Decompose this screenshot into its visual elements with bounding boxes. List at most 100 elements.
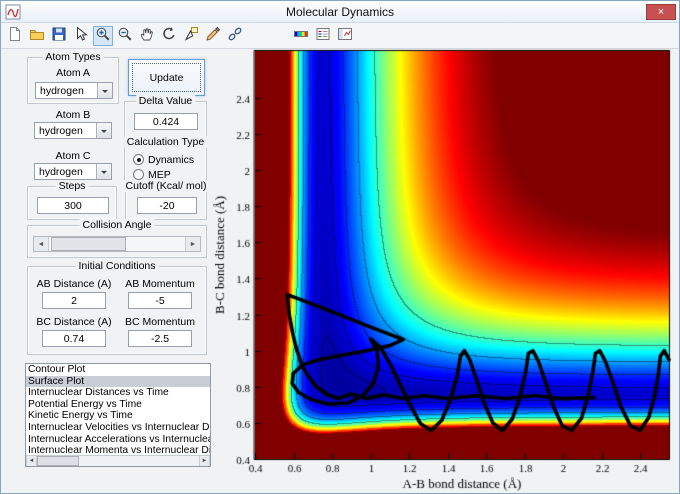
chevron-down-icon[interactable] <box>97 83 112 98</box>
plot-list-item[interactable]: Surface Plot <box>26 375 210 388</box>
hscroll-left-arrow-icon[interactable]: ◄ <box>26 456 37 466</box>
rotate-3d-icon <box>161 26 177 45</box>
zoom-in-icon <box>95 26 111 45</box>
dynamics-radio[interactable]: Dynamics <box>133 152 206 167</box>
bc-distance-label: BC Distance (A) <box>36 316 112 328</box>
zoom-out-icon <box>117 26 133 45</box>
slider-left-arrow-icon[interactable]: ◄ <box>34 237 49 251</box>
initial-conditions-panel: Initial Conditions AB Distance (A) AB Mom… <box>27 260 207 355</box>
brush-data-icon <box>205 26 221 45</box>
window-title: Molecular Dynamics <box>285 4 395 19</box>
bc-distance-field: BC Distance (A) <box>36 316 112 347</box>
cutoff-title: Cutoff (Kcal/ mol) <box>122 180 210 192</box>
steps-title: Steps <box>55 180 89 192</box>
mep-radio-label: MEP <box>148 168 171 181</box>
atom-a-value: hydrogen <box>40 85 84 97</box>
slider-thumb[interactable] <box>51 237 126 251</box>
delta-value-panel: Delta Value <box>124 95 207 138</box>
radio-circle-icon <box>133 169 144 180</box>
slider-right-arrow-icon[interactable]: ► <box>185 237 200 251</box>
plot-list-item[interactable]: Potential Energy vs Time <box>26 399 210 411</box>
pes-contour-canvas[interactable] <box>211 49 679 493</box>
chevron-down-icon[interactable] <box>96 164 111 179</box>
collision-angle-slider[interactable]: ◄ ► <box>33 236 201 252</box>
bc-momentum-label: BC Momentum <box>124 316 196 328</box>
link-plots-button[interactable] <box>225 26 245 46</box>
main-content: Atom Types Atom A hydrogen Atom B hydrog… <box>1 49 679 493</box>
pan-hand-icon <box>139 26 155 45</box>
pan-hand-button[interactable] <box>137 26 157 46</box>
collision-angle-panel: Collision Angle ◄ ► <box>27 219 207 258</box>
plot-list-item[interactable]: Internuclear Momenta vs Internuclear Dis… <box>26 445 210 455</box>
initial-conditions-title: Initial Conditions <box>75 260 159 272</box>
bc-momentum-input[interactable] <box>128 330 192 347</box>
plot-list-item[interactable]: Kinetic Energy vs Time <box>26 410 210 422</box>
new-figure-button[interactable] <box>5 26 25 46</box>
zoom-in-button[interactable] <box>93 25 113 46</box>
edit-pointer-icon <box>73 26 89 45</box>
app-window: Molecular Dynamics × Atom Types Atom A h… <box>0 0 680 494</box>
show-plot-tools-button[interactable] <box>335 26 355 46</box>
atom-a-dropdown[interactable]: hydrogen <box>35 82 113 99</box>
chevron-down-icon[interactable] <box>96 123 111 138</box>
atom-types-panel: Atom Types Atom A hydrogen <box>27 51 119 104</box>
initial-conditions-grid: AB Distance (A) AB Momentum BC Distance (A… <box>28 267 206 347</box>
dynamics-radio-label: Dynamics <box>148 153 195 166</box>
plot-type-listbox[interactable]: Contour Plot Surface Plot Internuclear Dis… <box>25 363 211 467</box>
plot-list-item[interactable]: Internuclear Accelerations vs Internucle… <box>26 434 210 446</box>
data-cursor-button[interactable] <box>181 26 201 46</box>
save-figure-icon <box>51 26 67 45</box>
hscroll-thumb[interactable] <box>37 456 79 466</box>
atom-b-label: Atom B <box>55 109 91 121</box>
insert-legend-button[interactable] <box>313 26 333 46</box>
title-bar[interactable]: Molecular Dynamics × <box>1 1 679 23</box>
close-button[interactable]: × <box>646 4 676 20</box>
steps-panel: Steps <box>27 180 117 220</box>
ab-distance-field: AB Distance (A) <box>36 278 112 309</box>
atom-b-dropdown[interactable]: hydrogen <box>34 122 112 139</box>
plot-list-item[interactable]: Internuclear Distances vs Time <box>26 387 210 399</box>
hscroll-track[interactable] <box>37 456 199 466</box>
hscroll-right-arrow-icon[interactable]: ► <box>199 456 210 466</box>
atom-c-value: hydrogen <box>39 166 83 178</box>
listbox-hscrollbar[interactable]: ◄ ► <box>26 455 210 466</box>
zoom-out-button[interactable] <box>115 26 135 46</box>
show-plot-tools-icon <box>337 26 353 45</box>
plot-type-list: Contour Plot Surface Plot Internuclear Dis… <box>26 364 210 455</box>
plot-list-item[interactable]: Contour Plot <box>26 364 210 376</box>
cutoff-panel: Cutoff (Kcal/ mol) <box>122 180 210 220</box>
new-figure-icon <box>7 26 23 45</box>
atom-c-label: Atom C <box>55 150 91 162</box>
rotate-3d-button[interactable] <box>159 26 179 46</box>
delta-value-title: Delta Value <box>135 95 196 107</box>
insert-legend-icon <box>315 26 331 45</box>
calculation-type-title: Calculation Type <box>123 136 208 148</box>
atom-a-label: Atom A <box>56 67 90 79</box>
plot-region <box>211 49 679 493</box>
brush-data-button[interactable] <box>203 26 223 46</box>
plot-list-item[interactable]: Internuclear Velocities vs Internuclear … <box>26 422 210 434</box>
slider-track[interactable] <box>49 237 185 251</box>
insert-colorbar-icon <box>293 26 309 45</box>
toolbar <box>1 23 679 49</box>
ab-momentum-input[interactable] <box>128 292 192 309</box>
delta-value-input[interactable] <box>134 113 198 130</box>
edit-pointer-button[interactable] <box>71 26 91 46</box>
update-button[interactable]: Update <box>128 59 205 96</box>
bc-distance-input[interactable] <box>42 330 106 347</box>
radio-circle-icon <box>133 154 144 165</box>
steps-input[interactable] <box>37 197 109 214</box>
ab-momentum-field: AB Momentum <box>122 278 198 309</box>
insert-colorbar-button[interactable] <box>291 26 311 46</box>
atom-types-title: Atom Types <box>42 51 104 63</box>
atom-c-dropdown[interactable]: hydrogen <box>34 163 112 180</box>
link-plots-icon <box>227 26 243 45</box>
ab-distance-input[interactable] <box>42 292 106 309</box>
bc-momentum-field: BC Momentum <box>122 316 198 347</box>
open-file-icon <box>29 26 45 45</box>
cutoff-input[interactable] <box>137 197 197 214</box>
open-file-button[interactable] <box>27 26 47 46</box>
save-figure-button[interactable] <box>49 26 69 46</box>
ab-momentum-label: AB Momentum <box>125 278 195 290</box>
ab-distance-label: AB Distance (A) <box>36 278 112 290</box>
